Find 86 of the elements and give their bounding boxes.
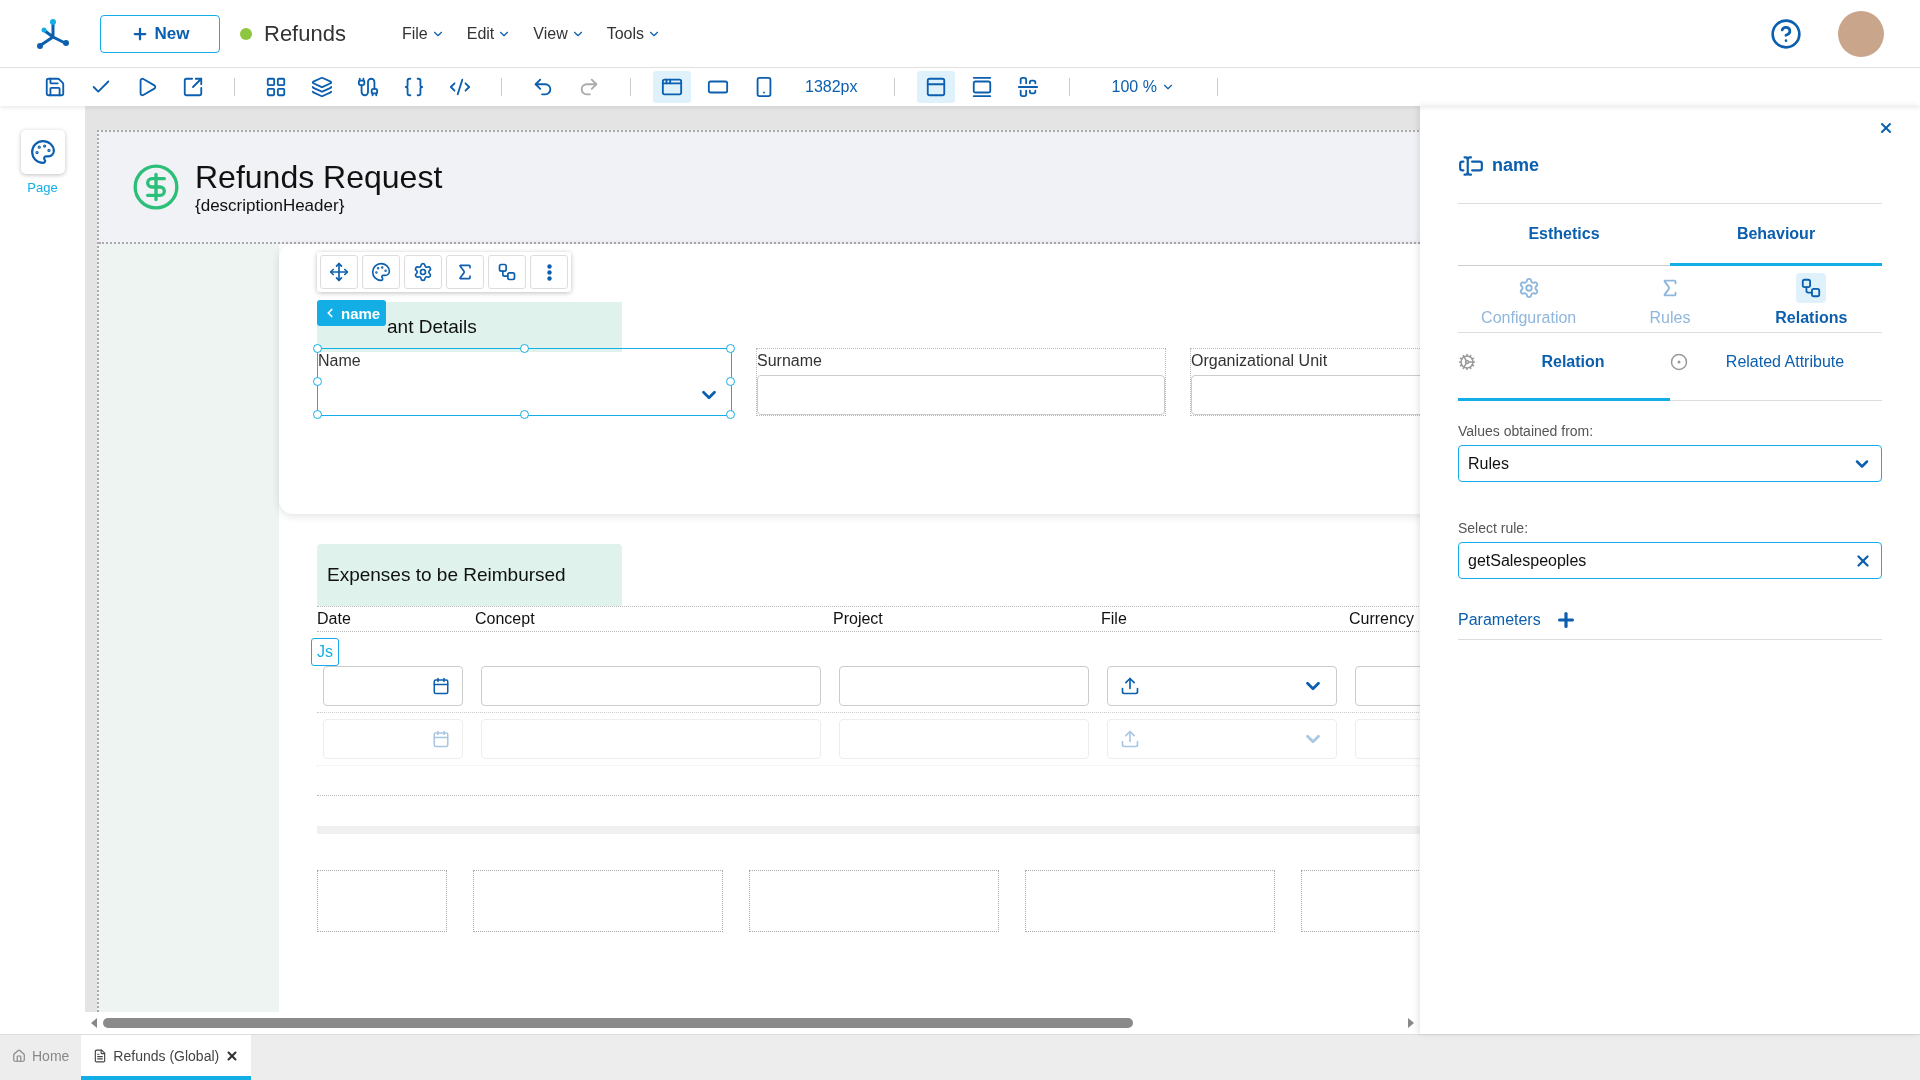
subtab[interactable]: Relation xyxy=(1458,345,1670,401)
resize-handle[interactable] xyxy=(313,344,322,353)
palette-icon xyxy=(29,139,56,165)
section-title: Expenses to be Reimbursed xyxy=(317,544,622,606)
menu-item[interactable]: Edit xyxy=(466,24,512,43)
calendar-icon xyxy=(432,730,450,748)
upload-icon xyxy=(1120,676,1140,696)
move-button[interactable] xyxy=(320,255,358,289)
form-subtitle: {descriptionHeader} xyxy=(195,195,346,216)
text-field[interactable] xyxy=(481,666,821,706)
width-reading: 1382px xyxy=(805,78,858,96)
layers-icon xyxy=(311,76,333,98)
resize-handle[interactable] xyxy=(313,377,322,386)
move-icon xyxy=(329,262,349,282)
form-title: Refunds Request xyxy=(195,158,443,196)
new-button[interactable]: New xyxy=(100,14,220,53)
desktop-view-button[interactable] xyxy=(653,71,691,103)
text-field[interactable]: Organizational Unit xyxy=(1190,348,1420,416)
desktop-icon xyxy=(661,76,683,98)
align-layout-icon xyxy=(1016,76,1039,98)
settings-button[interactable] xyxy=(404,255,442,289)
resize-handle[interactable] xyxy=(519,344,529,353)
code-icon xyxy=(449,76,471,98)
more-icon xyxy=(546,263,552,281)
resize-handle[interactable] xyxy=(519,410,529,419)
close-icon xyxy=(1878,120,1894,136)
column-header: File xyxy=(1101,610,1128,628)
field-label: Select rule: xyxy=(1458,520,1530,536)
cable-icon xyxy=(357,76,379,98)
upload-icon xyxy=(1120,729,1140,749)
app-logo xyxy=(36,16,70,51)
menu-item[interactable]: File xyxy=(401,24,445,43)
close-button[interactable] xyxy=(1878,120,1894,136)
text-field[interactable] xyxy=(1355,666,1420,706)
help-icon xyxy=(1770,17,1802,50)
column-header: Project xyxy=(833,610,884,628)
panel-title: name xyxy=(1492,155,1540,176)
values-source-dropdown[interactable]: Rules xyxy=(1458,445,1882,482)
column-header: Currency xyxy=(1349,610,1415,628)
resize-handle[interactable] xyxy=(313,410,322,419)
workflow-icon xyxy=(497,262,517,282)
form-icon xyxy=(93,1048,108,1063)
relations-button[interactable] xyxy=(488,255,526,289)
page-layout-button[interactable] xyxy=(916,71,955,103)
page-layout-icon xyxy=(924,76,947,98)
help-button[interactable] xyxy=(1770,17,1802,50)
text-field[interactable]: Surname xyxy=(756,348,1166,416)
dollar-icon xyxy=(131,162,181,212)
close-icon[interactable] xyxy=(225,1048,240,1063)
more-button[interactable] xyxy=(530,255,568,289)
zoom-dropdown[interactable]: 100 % xyxy=(1105,77,1181,97)
formula-button[interactable] xyxy=(446,255,484,289)
palette-icon xyxy=(371,262,391,282)
home-icon xyxy=(12,1048,26,1063)
section-tab[interactable]: Relations xyxy=(1740,272,1882,328)
tab[interactable]: Behaviour xyxy=(1670,204,1882,266)
status-dot xyxy=(240,27,252,40)
resize-handle[interactable] xyxy=(726,344,735,353)
resize-handle[interactable] xyxy=(726,410,735,419)
menu-item[interactable]: Tools xyxy=(606,24,662,43)
column-header: Concept xyxy=(475,610,536,628)
undo-icon xyxy=(532,76,554,98)
braces-icon xyxy=(403,76,425,98)
parameters-label: Parameters xyxy=(1458,611,1541,629)
file-field[interactable] xyxy=(1107,666,1337,706)
save-icon xyxy=(44,76,66,98)
resize-handle[interactable] xyxy=(726,377,735,386)
grid-icon xyxy=(265,76,287,98)
redo-icon xyxy=(578,76,600,98)
tab[interactable]: Esthetics xyxy=(1458,204,1670,266)
settings-icon xyxy=(413,262,433,282)
document-title: Refunds xyxy=(264,20,346,47)
menu-item[interactable]: View xyxy=(533,24,585,43)
subtab[interactable]: Related Attribute xyxy=(1670,345,1882,401)
relations-icon xyxy=(1800,277,1823,299)
calendar-icon xyxy=(432,677,450,695)
rule-field[interactable]: getSalespeoples xyxy=(1458,542,1882,579)
export-icon xyxy=(182,76,204,98)
column-header: Date xyxy=(317,610,352,628)
style-button[interactable] xyxy=(362,255,400,289)
date-field[interactable] xyxy=(323,666,463,706)
document-tab[interactable]: Refunds (Global) xyxy=(81,1035,252,1080)
field-label: Values obtained from: xyxy=(1458,423,1595,439)
config-icon xyxy=(1517,277,1540,299)
card-layout-icon xyxy=(970,76,993,98)
text-field[interactable] xyxy=(839,666,1089,706)
